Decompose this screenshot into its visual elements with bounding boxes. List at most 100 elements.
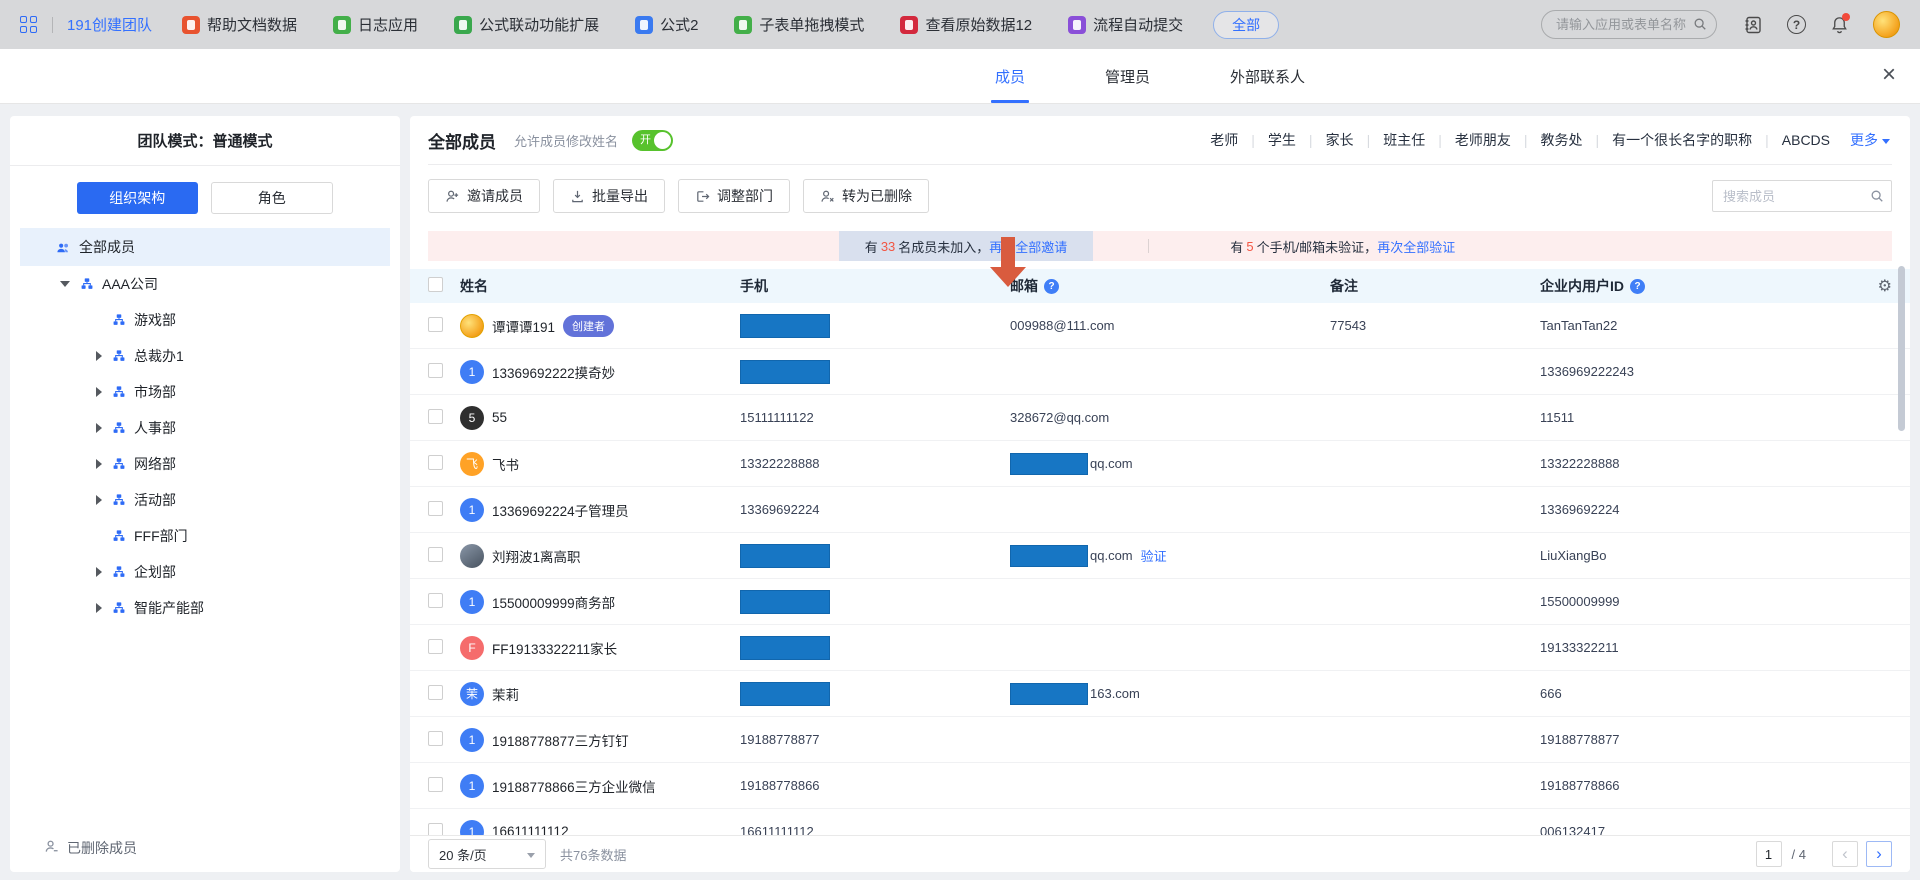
filter-班主任[interactable]: 班主任 xyxy=(1383,130,1425,150)
tab-管理员[interactable]: 管理员 xyxy=(1105,49,1150,103)
tree-caret-icon[interactable] xyxy=(96,567,102,577)
current-page-box[interactable]: 1 xyxy=(1756,841,1782,867)
app-tab[interactable]: 查看原始数据12 xyxy=(900,14,1032,35)
more-filters-button[interactable]: 更多 xyxy=(1850,130,1890,150)
member-row[interactable]: 茉茉莉163.com666 xyxy=(410,671,1910,717)
member-user-id: TanTanTan22 xyxy=(1540,318,1850,333)
avatar xyxy=(460,314,484,338)
deleted-member-icon xyxy=(44,839,59,857)
app-tab[interactable]: 公式2 xyxy=(635,14,698,35)
rename-toggle[interactable]: 开 xyxy=(632,130,673,151)
member-row[interactable]: FFF19133322211家长19133322211 xyxy=(410,625,1910,671)
app-icon xyxy=(635,16,653,34)
deleted-members-link[interactable]: 已删除成员 xyxy=(44,838,137,858)
move-to-deleted-button[interactable]: 转为已删除 xyxy=(803,179,929,213)
app-tab[interactable]: 日志应用 xyxy=(333,14,418,35)
member-row[interactable]: 113369692224子管理员1336969222413369692224 xyxy=(410,487,1910,533)
rename-hint-label: 允许成员修改姓名 xyxy=(514,131,618,150)
user-avatar[interactable] xyxy=(1873,11,1900,38)
prev-page-button[interactable]: ‹ xyxy=(1832,841,1858,867)
topbar-divider xyxy=(52,17,53,33)
tree-node-全部成员[interactable]: 全部成员 xyxy=(20,228,390,266)
app-tab[interactable]: 公式联动功能扩展 xyxy=(454,14,599,35)
tree-node-AAA公司[interactable]: AAA公司 xyxy=(20,266,390,302)
reverify-all-link[interactable]: 再次全部验证 xyxy=(1377,237,1455,256)
help-icon[interactable]: ? xyxy=(1787,15,1806,34)
department-icon xyxy=(112,457,126,471)
email-help-icon[interactable]: ? xyxy=(1044,279,1059,294)
team-mode-title: 团队模式：普通模式 xyxy=(10,116,400,151)
tree-node-人事部[interactable]: 人事部 xyxy=(20,410,390,446)
member-search-input[interactable] xyxy=(1712,180,1892,212)
tutorial-arrow-icon xyxy=(990,237,1026,287)
row-checkbox[interactable] xyxy=(428,639,443,654)
apps-grid-icon[interactable] xyxy=(20,16,38,34)
tree-node-总裁办1[interactable]: 总裁办1 xyxy=(20,338,390,374)
tree-node-网络部[interactable]: 网络部 xyxy=(20,446,390,482)
tree-caret-icon[interactable] xyxy=(96,387,102,397)
row-checkbox[interactable] xyxy=(428,593,443,608)
tree-caret-icon[interactable] xyxy=(96,495,102,505)
member-row[interactable]: 119188778877三方钉钉1918877887719188778877 xyxy=(410,717,1910,763)
row-checkbox[interactable] xyxy=(428,777,443,792)
page-size-select[interactable]: 20 条/页 xyxy=(428,839,546,869)
batch-export-button[interactable]: 批量导出 xyxy=(553,179,665,213)
app-tab[interactable]: 子表单拖拽模式 xyxy=(734,14,864,35)
tree-caret-icon[interactable] xyxy=(96,351,102,361)
app-tab[interactable]: 帮助文档数据 xyxy=(182,14,297,35)
row-checkbox[interactable] xyxy=(428,501,443,516)
filter-教务处[interactable]: 教务处 xyxy=(1540,130,1582,150)
column-settings-gear-icon[interactable]: ⚙ xyxy=(1850,276,1892,296)
row-checkbox[interactable] xyxy=(428,363,443,378)
next-page-button[interactable]: › xyxy=(1866,841,1892,867)
tab-成员[interactable]: 成员 xyxy=(995,49,1025,103)
member-row[interactable]: 115500009999商务部15500009999 xyxy=(410,579,1910,625)
tree-caret-icon[interactable] xyxy=(60,281,70,287)
search-icon xyxy=(1693,17,1707,34)
tree-node-市场部[interactable]: 市场部 xyxy=(20,374,390,410)
user-id-help-icon[interactable]: ? xyxy=(1630,279,1645,294)
app-tab[interactable]: 流程自动提交 xyxy=(1068,14,1183,35)
close-icon[interactable]: × xyxy=(1882,61,1896,89)
select-all-checkbox[interactable] xyxy=(428,277,443,292)
org-structure-button[interactable]: 组织架构 xyxy=(77,182,198,214)
global-search-input[interactable] xyxy=(1541,10,1717,39)
row-checkbox[interactable] xyxy=(428,409,443,424)
member-row[interactable]: 113369692222摸奇妙1336969222243 xyxy=(410,349,1910,395)
adjust-department-button[interactable]: 调整部门 xyxy=(678,179,790,213)
tree-caret-icon[interactable] xyxy=(96,603,102,613)
member-row[interactable]: 飞飞书13322228888qq.com13322228888 xyxy=(410,441,1910,487)
tree-node-活动部[interactable]: 活动部 xyxy=(20,482,390,518)
filter-老师朋友[interactable]: 老师朋友 xyxy=(1455,130,1511,150)
tab-外部联系人[interactable]: 外部联系人 xyxy=(1230,49,1305,103)
invite-member-button[interactable]: 邀请成员 xyxy=(428,179,540,213)
tree-caret-icon[interactable] xyxy=(96,459,102,469)
tree-node-FFF部门[interactable]: FFF部门 xyxy=(20,518,390,554)
role-button[interactable]: 角色 xyxy=(211,182,334,214)
member-row[interactable]: 55515111111122328672@qq.com11511 xyxy=(410,395,1910,441)
member-row[interactable]: 119188778866三方企业微信1918877886619188778866 xyxy=(410,763,1910,809)
contacts-icon[interactable] xyxy=(1743,15,1763,35)
filter-家长[interactable]: 家长 xyxy=(1326,130,1354,150)
all-apps-pill[interactable]: 全部 xyxy=(1213,11,1279,39)
member-row[interactable]: 刘翔波1离高职qq.com验证LiuXiangBo xyxy=(410,533,1910,579)
row-checkbox[interactable] xyxy=(428,685,443,700)
row-checkbox[interactable] xyxy=(428,317,443,332)
team-name-link[interactable]: 191创建团队 xyxy=(67,14,152,35)
row-checkbox[interactable] xyxy=(428,731,443,746)
scrollbar-thumb[interactable] xyxy=(1898,266,1905,431)
tree-node-智能产能部[interactable]: 智能产能部 xyxy=(20,590,390,626)
verify-email-link[interactable]: 验证 xyxy=(1141,546,1167,565)
filter-学生[interactable]: 学生 xyxy=(1268,130,1296,150)
member-row[interactable]: 谭谭谭191创建者009988@111.com77543TanTanTan22 xyxy=(410,303,1910,349)
member-table-body: 谭谭谭191创建者009988@111.com77543TanTanTan221… xyxy=(410,303,1910,844)
filter-有一个很长名字的职称[interactable]: 有一个很长名字的职称 xyxy=(1612,130,1752,150)
tree-node-游戏部[interactable]: 游戏部 xyxy=(20,302,390,338)
filter-老师[interactable]: 老师 xyxy=(1210,130,1238,150)
filter-ABCDS[interactable]: ABCDS xyxy=(1782,132,1830,148)
tree-caret-icon[interactable] xyxy=(96,423,102,433)
notification-bell-icon[interactable] xyxy=(1830,15,1849,35)
row-checkbox[interactable] xyxy=(428,455,443,470)
row-checkbox[interactable] xyxy=(428,547,443,562)
tree-node-企划部[interactable]: 企划部 xyxy=(20,554,390,590)
